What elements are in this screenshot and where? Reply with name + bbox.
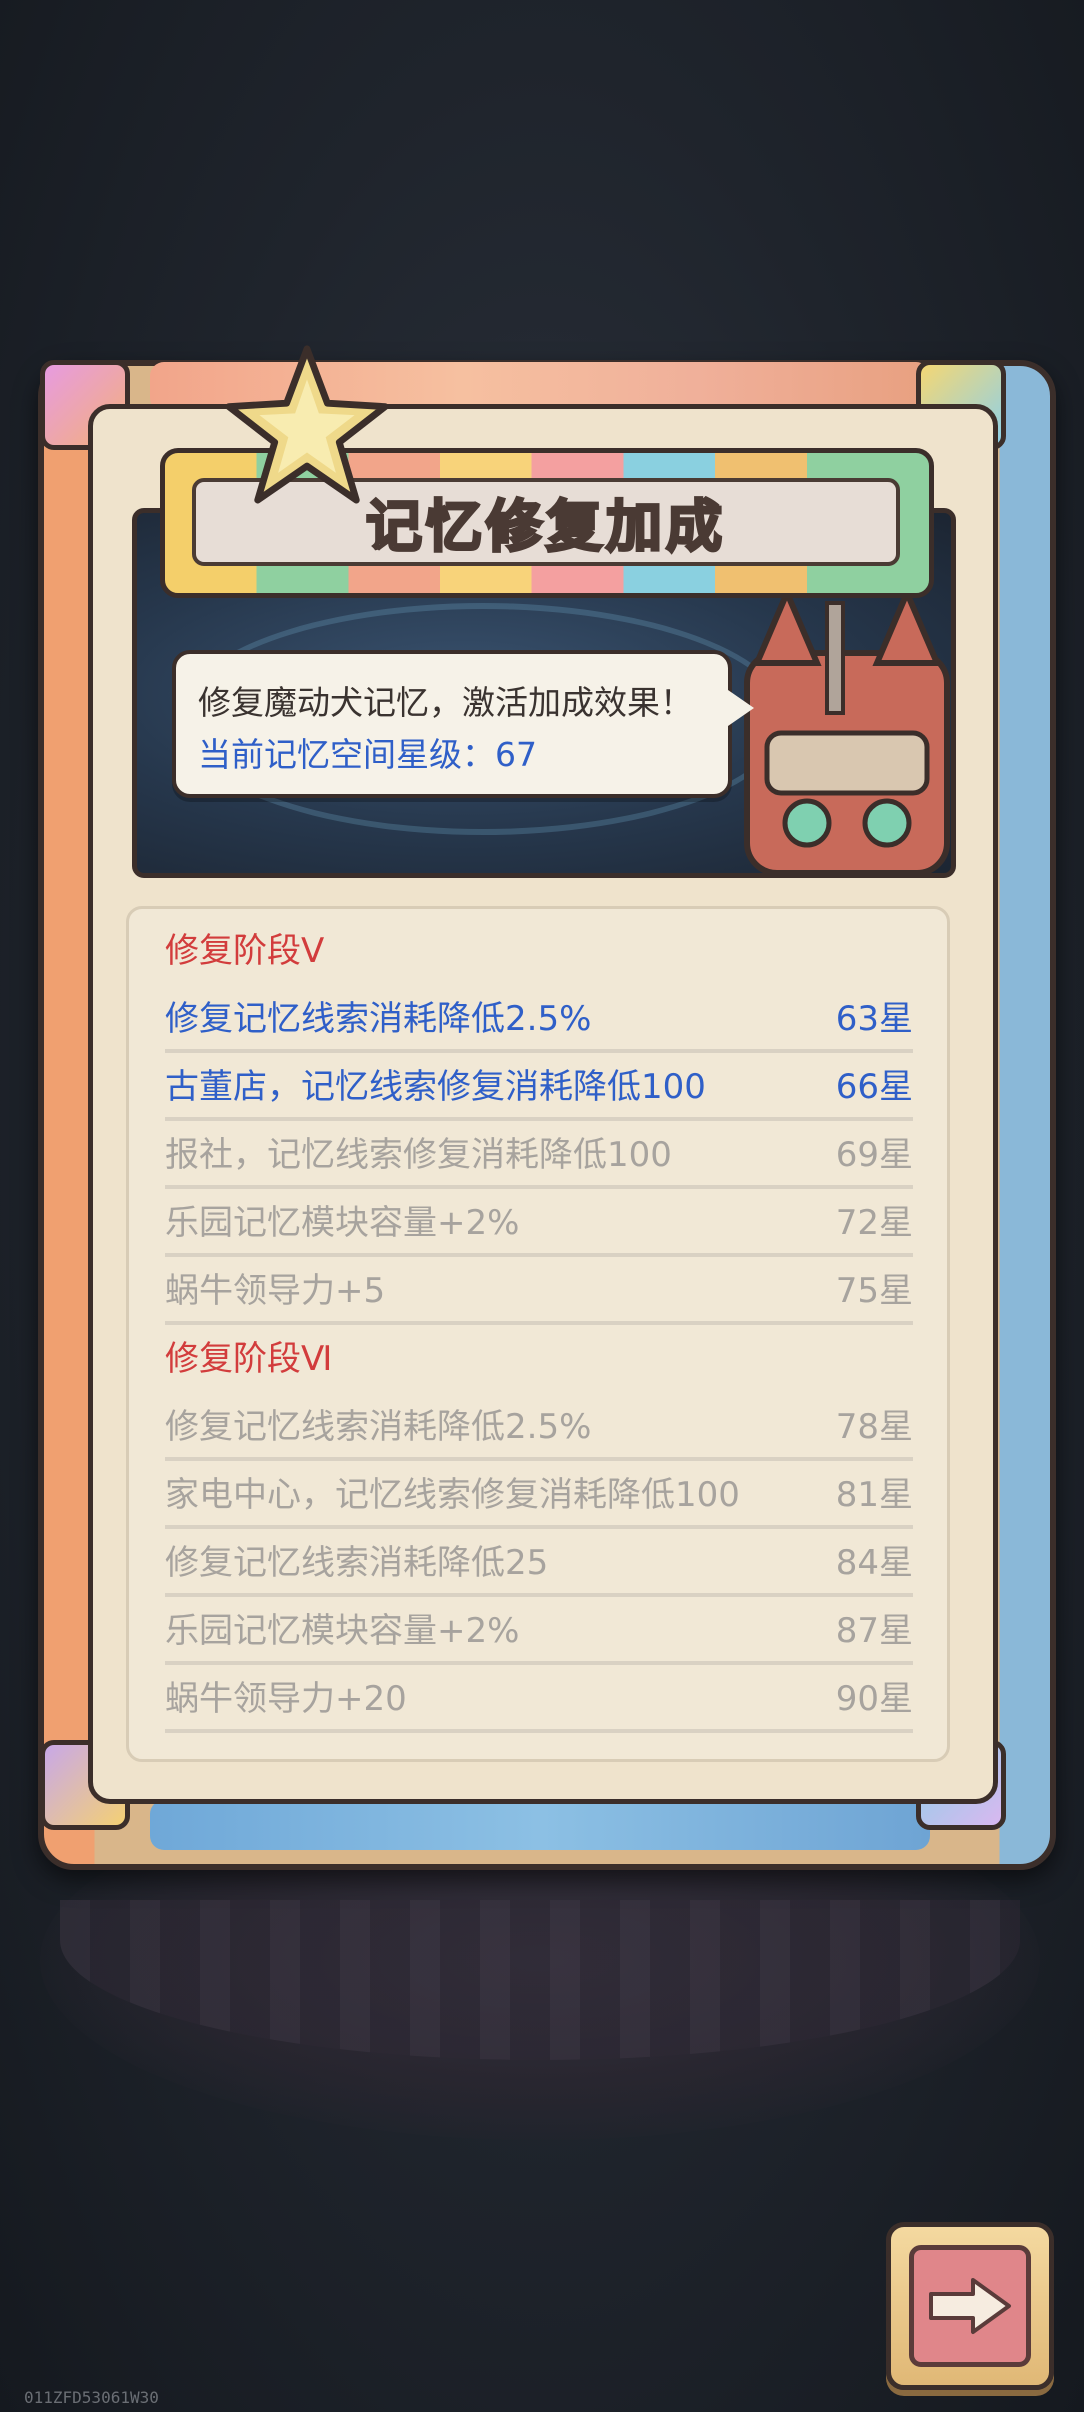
list-item: 修复记忆线索消耗降低2.5% 78星 — [165, 1389, 913, 1461]
list-item: 家电中心，记忆线索修复消耗降低100 81星 — [165, 1457, 913, 1529]
list-item: 蜗牛领导力+20 90星 — [165, 1661, 913, 1733]
star-icon — [225, 345, 389, 504]
mecha-dog-icon — [744, 593, 950, 873]
page-title: 记忆修复加成 — [365, 493, 726, 561]
speech-bubble: 修复魔动犬记忆，激活加成效果！ 当前记忆空间星级：67 — [172, 650, 754, 798]
list-item: 报社，记忆线索修复消耗降低100 69星 — [165, 1117, 913, 1189]
next-button[interactable] — [886, 2222, 1054, 2390]
list-item: 修复记忆线索消耗降低25 84星 — [165, 1525, 913, 1597]
list-item: 古董店，记忆线索修复消耗降低100 66星 — [165, 1049, 913, 1121]
list-item: 乐园记忆模块容量+2% 87星 — [165, 1593, 913, 1665]
star-level-text: 当前记忆空间星级：67 — [198, 735, 537, 774]
bonus-list: 修复阶段Ⅴ 修复记忆线索消耗降低2.5% 63星 古董店，记忆线索修复消耗降低1… — [126, 906, 950, 1762]
version-label: 011ZFD53061W30 — [24, 2388, 159, 2407]
arrow-right-icon — [929, 2278, 1011, 2334]
speech-text: 修复魔动犬记忆，激活加成效果！ — [198, 683, 693, 722]
list-item: 乐园记忆模块容量+2% 72星 — [165, 1185, 913, 1257]
stage-header: 修复阶段Ⅴ — [165, 930, 325, 971]
stage-header: 修复阶段Ⅵ — [165, 1338, 333, 1379]
list-item: 修复记忆线索消耗降低2.5% 63星 — [165, 981, 913, 1053]
list-item: 蜗牛领导力+5 75星 — [165, 1253, 913, 1325]
frame-bottom-bar — [150, 1800, 930, 1850]
next-button-face[interactable] — [909, 2245, 1031, 2367]
